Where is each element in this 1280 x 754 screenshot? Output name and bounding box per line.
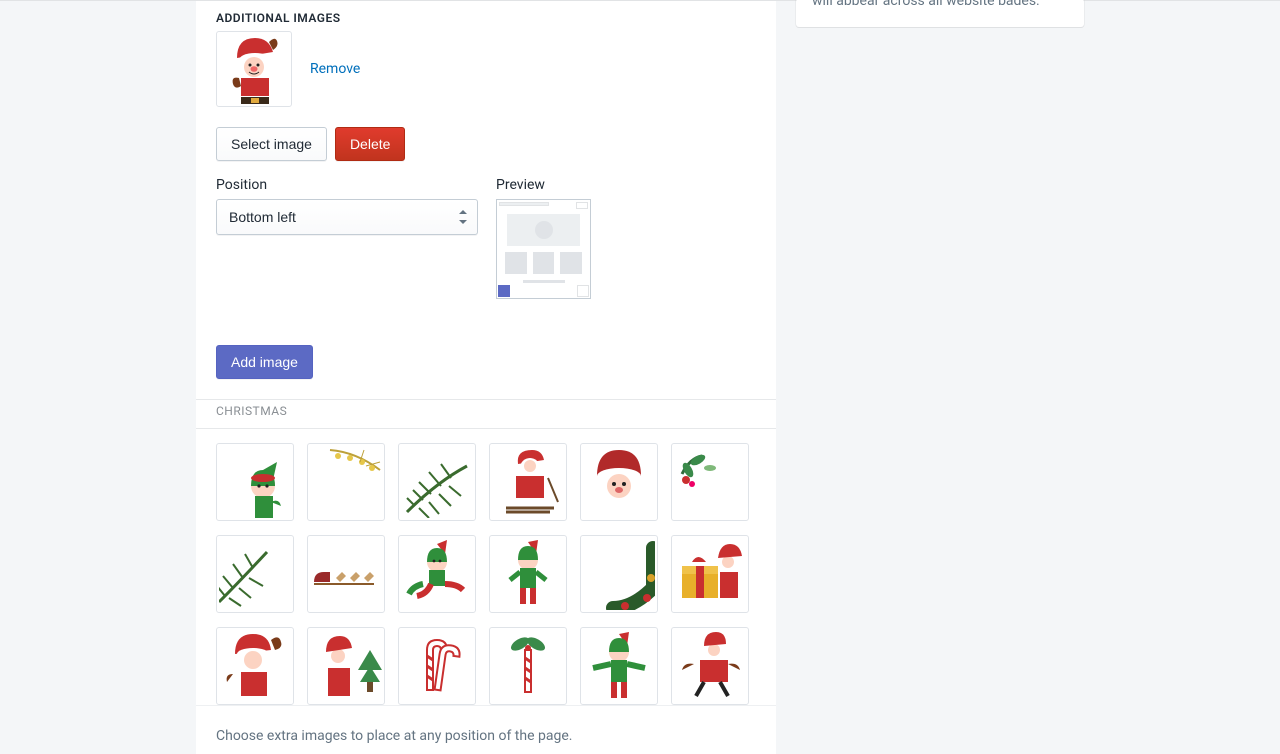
gallery-item-candy-canes[interactable] [398,627,476,705]
info-card: will appear across all website pages. [796,0,1084,27]
gallery-section-title: CHRISTMAS [196,399,776,429]
section-title: ADDITIONAL IMAGES [216,1,756,31]
gallery-item-santa-gift[interactable] [671,535,749,613]
add-image-button[interactable]: Add image [216,345,313,379]
gallery-item-wreath-corner[interactable] [580,535,658,613]
position-preview [496,199,591,299]
gallery-item-lights-corner[interactable] [307,443,385,521]
additional-images-section: ADDITIONAL IMAGES [196,1,776,399]
gallery-item-elf-sitting[interactable] [398,535,476,613]
gallery-item-sleigh[interactable] [307,535,385,613]
gallery-item-santa-tree[interactable] [307,627,385,705]
position-select[interactable] [216,199,478,235]
gallery-item-branch-corner[interactable] [398,443,476,521]
gallery-item-cane-leaves[interactable] [489,627,567,705]
remove-image-link[interactable]: Remove [310,61,360,77]
gallery-item-elf-peek[interactable] [216,443,294,521]
gallery-item-holly-corner[interactable] [671,443,749,521]
christmas-gallery [196,429,776,705]
gallery-item-branch-left[interactable] [216,535,294,613]
gallery-item-santa-skiing[interactable] [489,443,567,521]
position-label: Position [216,177,478,193]
gallery-item-elf-arms[interactable] [580,627,658,705]
delete-button[interactable]: Delete [335,127,405,161]
select-image-button[interactable]: Select image [216,127,327,161]
gallery-item-santa-head[interactable] [580,443,658,521]
footer-help-text: Choose extra images to place at any posi… [196,705,776,754]
selected-image-thumbnail [216,31,292,107]
gallery-item-elf-standing[interactable] [489,535,567,613]
gallery-item-santa-running[interactable] [671,627,749,705]
info-card-text: will appear across all website pages. [812,0,1068,5]
preview-label: Preview [496,177,591,193]
position-select-wrap[interactable] [216,199,478,235]
santa-wave-icon [219,34,289,106]
gallery-item-santa-wave[interactable] [216,627,294,705]
